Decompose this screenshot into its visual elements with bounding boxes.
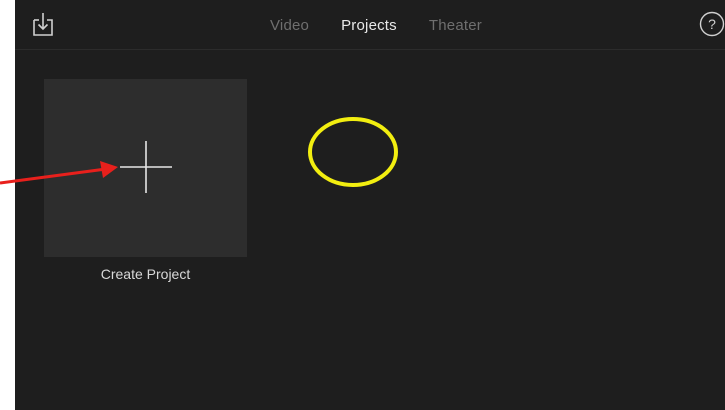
create-project-label[interactable]: Create Project (44, 266, 247, 282)
tab-projects[interactable]: Projects (341, 17, 397, 34)
help-button[interactable]: ? (699, 11, 725, 37)
tab-bar: Video Projects Theater (15, 0, 725, 50)
tab-video[interactable]: Video (270, 17, 309, 34)
plus-icon (120, 141, 172, 193)
question-circle-icon: ? (699, 11, 725, 37)
create-project-tile[interactable] (44, 79, 247, 257)
imovie-screen: Video Projects Theater ? Create Project (15, 0, 725, 410)
help-glyph: ? (708, 16, 716, 32)
tab-theater[interactable]: Theater (429, 17, 482, 34)
top-bar: Video Projects Theater ? (15, 0, 725, 50)
